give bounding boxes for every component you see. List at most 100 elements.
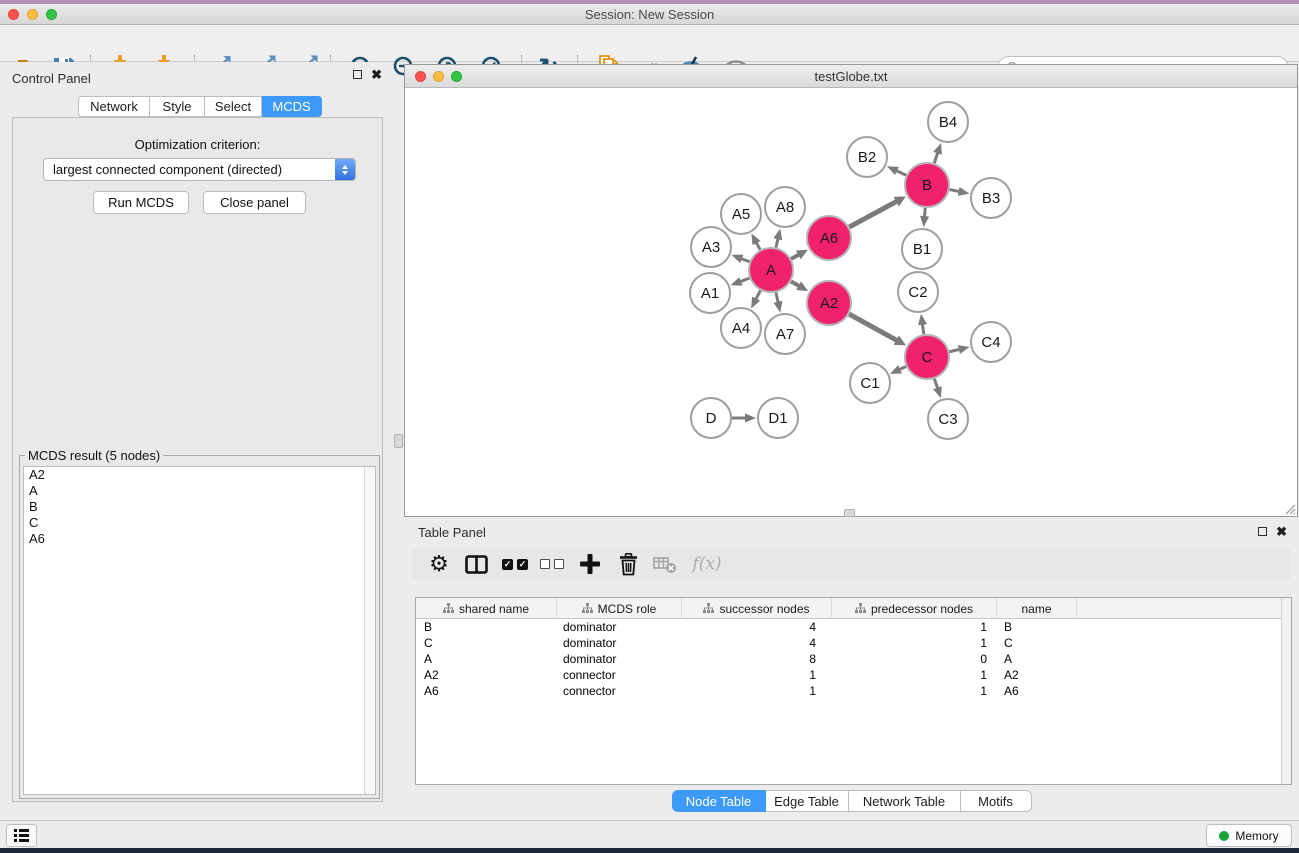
- table-cell: C: [997, 635, 1077, 651]
- table-toolbar: ⚙ ✓✓: [412, 548, 1291, 580]
- table-cell: 1: [832, 683, 997, 699]
- mcds-result-title: MCDS result (5 nodes): [25, 448, 163, 463]
- edge-arrowhead: [958, 187, 970, 196]
- graph-node-label: B1: [913, 241, 931, 258]
- graph-node-label: A5: [732, 206, 750, 223]
- network-window-title: testGlobe.txt: [405, 69, 1297, 84]
- mcds-result-list[interactable]: A2ABCA6: [23, 466, 376, 795]
- table-scrollbar[interactable]: [1281, 598, 1291, 784]
- main-titlebar: Session: New Session: [0, 4, 1299, 25]
- graph-node-label: A6: [820, 230, 838, 247]
- table-row[interactable]: Bdominator41B: [416, 619, 1291, 635]
- result-list-item[interactable]: A2: [24, 467, 375, 483]
- node-table: shared nameMCDS rolesuccessor nodesprede…: [415, 597, 1292, 785]
- table-cell: B: [997, 619, 1077, 635]
- memory-status-icon: [1219, 831, 1229, 841]
- column-header-MCDS-role[interactable]: MCDS role: [557, 598, 682, 619]
- delete-table-button[interactable]: [648, 548, 682, 580]
- result-list-item[interactable]: C: [24, 515, 375, 531]
- task-history-button[interactable]: [6, 824, 37, 847]
- horizontal-split-handle[interactable]: [844, 509, 855, 517]
- columns-icon: [465, 555, 488, 574]
- graph-node-label: B2: [858, 149, 876, 166]
- column-header-successor-nodes[interactable]: successor nodes: [682, 598, 832, 619]
- add-column-button[interactable]: [573, 548, 607, 580]
- float-table-panel-icon[interactable]: [1258, 527, 1267, 536]
- window-title: Session: New Session: [0, 7, 1299, 22]
- table-cell: A: [997, 651, 1077, 667]
- memory-button[interactable]: Memory: [1206, 824, 1292, 847]
- deselect-all-button[interactable]: [535, 548, 569, 580]
- table-row[interactable]: Adominator80A: [416, 651, 1291, 667]
- unchecked-boxes-icon: [540, 559, 564, 569]
- table-cell: 1: [832, 635, 997, 651]
- table-row[interactable]: A6connector11A6: [416, 683, 1291, 699]
- table-cell: B: [416, 619, 557, 635]
- select-all-button[interactable]: ✓✓: [498, 548, 532, 580]
- table-cell: dominator: [557, 619, 682, 635]
- network-view-window: testGlobe.txt AA1A2A3A4A5A6A7A8BB1B2B3B4…: [404, 64, 1298, 517]
- main-toolbar: ↻ ⌂⌂: [0, 25, 1299, 62]
- tab-network[interactable]: Network: [78, 96, 150, 117]
- network-window-titlebar[interactable]: testGlobe.txt: [405, 65, 1297, 88]
- graph-node-label: A7: [776, 326, 794, 343]
- table-cell: A6: [416, 683, 557, 699]
- table-cell: connector: [557, 683, 682, 699]
- table-cell: 4: [682, 619, 832, 635]
- result-list-scrollbar[interactable]: [364, 467, 375, 794]
- graph-node-label: C3: [938, 411, 957, 428]
- table-settings-button[interactable]: ⚙: [422, 548, 456, 580]
- edge-A6-B[interactable]: [849, 201, 898, 227]
- column-header-predecessor-nodes[interactable]: predecessor nodes: [832, 598, 997, 619]
- tab-motifs[interactable]: Motifs: [961, 790, 1032, 812]
- graph-node-label: C2: [908, 284, 927, 301]
- plus-icon: [579, 553, 601, 575]
- table-panel: Table Panel ✖ ⚙ ✓✓: [404, 517, 1299, 820]
- table-cell: 0: [832, 651, 997, 667]
- result-list-item[interactable]: A6: [24, 531, 375, 547]
- table-cell: connector: [557, 667, 682, 683]
- tab-node-table[interactable]: Node Table: [672, 790, 766, 812]
- function-builder-button[interactable]: f(x): [686, 548, 728, 580]
- vertical-split-handle[interactable]: [394, 434, 403, 448]
- column-header-name[interactable]: name: [997, 598, 1077, 619]
- close-table-panel-icon[interactable]: ✖: [1276, 527, 1287, 536]
- table-cell: 1: [832, 619, 997, 635]
- table-cell: 1: [682, 683, 832, 699]
- list-icon: [14, 829, 29, 842]
- table-row[interactable]: A2connector11A2: [416, 667, 1291, 683]
- close-panel-button[interactable]: Close panel: [203, 191, 306, 214]
- edge-arrowhead: [933, 386, 942, 398]
- column-header-shared-name[interactable]: shared name: [416, 598, 557, 619]
- graph-node-label: C1: [860, 375, 879, 392]
- table-tabs: Node TableEdge TableNetwork TableMotifs: [404, 790, 1299, 812]
- float-panel-icon[interactable]: [353, 70, 362, 79]
- network-canvas[interactable]: AA1A2A3A4A5A6A7A8BB1B2B3B4CC1C2C3C4DD1: [405, 88, 1297, 516]
- delete-columns-button[interactable]: [611, 548, 645, 580]
- optimization-criterion-label: Optimization criterion:: [13, 137, 382, 152]
- table-row[interactable]: Cdominator41C: [416, 635, 1291, 651]
- control-panel-tabs: NetworkStyleSelectMCDS: [78, 96, 322, 117]
- result-list-item[interactable]: B: [24, 499, 375, 515]
- tab-style[interactable]: Style: [150, 96, 205, 117]
- graph-node-label: A8: [776, 199, 794, 216]
- run-mcds-button[interactable]: Run MCDS: [93, 191, 189, 214]
- tab-edge-table[interactable]: Edge Table: [766, 790, 849, 812]
- desktop-background-bottom: [0, 848, 1299, 853]
- tab-network-table[interactable]: Network Table: [849, 790, 961, 812]
- result-list-item[interactable]: A: [24, 483, 375, 499]
- edge-A2-C[interactable]: [849, 314, 898, 341]
- close-panel-icon[interactable]: ✖: [371, 70, 382, 79]
- tab-mcds[interactable]: MCDS: [262, 96, 322, 117]
- edge-arrowhead: [933, 143, 942, 155]
- criterion-dropdown[interactable]: largest connected component (directed): [43, 158, 356, 181]
- table-cell: A2: [416, 667, 557, 683]
- graph-node-label: B3: [982, 190, 1000, 207]
- tab-select[interactable]: Select: [205, 96, 262, 117]
- show-column-panel-button[interactable]: [459, 548, 493, 580]
- memory-label: Memory: [1235, 829, 1278, 843]
- resize-grip-icon[interactable]: [1282, 501, 1296, 515]
- mcds-result-group: MCDS result (5 nodes) A2ABCA6: [19, 455, 380, 799]
- table-body: Bdominator41BCdominator41CAdominator80AA…: [416, 619, 1291, 699]
- graph-node-label: A4: [732, 320, 750, 337]
